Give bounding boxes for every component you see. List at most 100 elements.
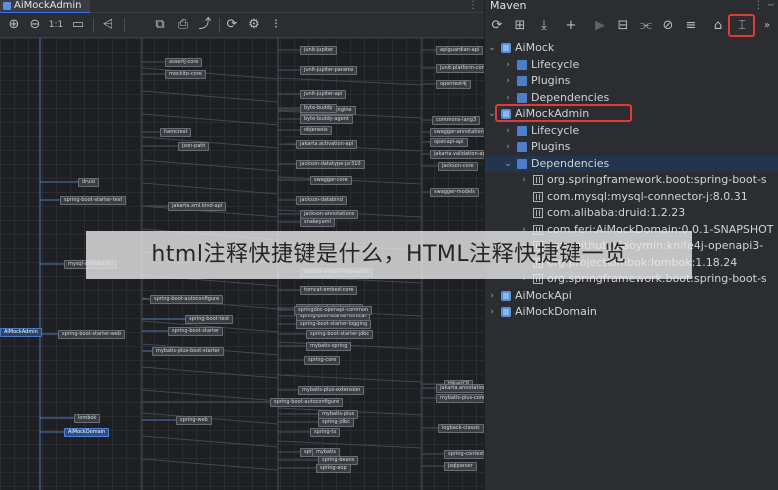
chevron-right-icon[interactable]: › xyxy=(503,123,513,139)
maven-tree-label: Plugins xyxy=(531,74,571,87)
diagram-node[interactable]: springdoc-openapi-common xyxy=(294,306,373,315)
execute-goal-icon[interactable]: ⊟ xyxy=(613,16,633,36)
diagram-node[interactable]: apiguardian-api xyxy=(436,46,484,55)
diagram-node[interactable]: commons-lang3 xyxy=(432,116,481,125)
diagram-node[interactable]: mockito-core xyxy=(165,70,206,79)
reload-projects-icon[interactable]: ⟳ xyxy=(487,16,507,36)
diagram-node[interactable]: AiMockDomain xyxy=(64,428,110,437)
maven-tree-row[interactable]: ⌄ Dependencies xyxy=(485,155,778,172)
chevron-right-icon[interactable]: › xyxy=(487,288,497,304)
skip-tests-icon[interactable]: ⊘ xyxy=(658,16,678,36)
diagram-node[interactable]: lombok xyxy=(74,414,101,423)
chevron-right-icon[interactable]: › xyxy=(503,57,513,73)
maven-tree-row[interactable]: › Lifecycle xyxy=(485,123,778,139)
diagram-node[interactable]: spring-boot-starter-web xyxy=(58,330,126,339)
diagram-node[interactable]: druid xyxy=(78,178,99,187)
diagram-node[interactable]: logback-classic xyxy=(438,424,484,433)
diagram-node[interactable]: AiMockAdmin xyxy=(0,328,42,337)
diagram-node[interactable]: byte-buddy-agent xyxy=(300,115,353,124)
diagram-node[interactable]: mybatis-plus-core xyxy=(436,394,484,403)
diagram-node[interactable]: swagger-core xyxy=(310,176,352,185)
diagram-node[interactable]: mybatis-spring xyxy=(306,342,352,351)
zoom-in-icon[interactable]: ⊕ xyxy=(4,15,24,35)
diagram-node[interactable]: junit-jupiter-params xyxy=(300,66,358,75)
diagram-node[interactable]: spring-web xyxy=(176,416,212,425)
collapse-all-icon[interactable]: ≡ xyxy=(681,16,701,36)
diagram-node[interactable]: spring-core xyxy=(304,356,341,365)
copy-icon[interactable]: ⧉ xyxy=(150,15,170,35)
export-icon[interactable]: ⎙ xyxy=(173,15,193,35)
maven-tree-row[interactable]: com.mysql:mysql-connector-j:8.0.31 xyxy=(485,189,778,205)
run-icon[interactable]: ▶ xyxy=(590,16,610,36)
diagram-node[interactable]: swagger-models xyxy=(430,188,479,197)
chevron-right-icon[interactable]: › xyxy=(503,73,513,89)
diagram-node[interactable]: snakeyaml xyxy=(300,218,335,227)
chevron-right-icon[interactable]: › xyxy=(487,304,497,320)
settings-gear-icon[interactable]: ⚙ xyxy=(244,15,264,35)
diagram-node[interactable]: jsqlparser xyxy=(444,462,477,471)
diagram-node[interactable]: assertj-core xyxy=(165,58,203,67)
diagram-node[interactable]: jackson-core xyxy=(438,162,478,171)
maven-tree-row[interactable]: com.alibaba:druid:1.2.23 xyxy=(485,205,778,221)
fit-content-icon[interactable]: ▭ xyxy=(68,15,88,35)
diagram-node[interactable]: mybatis-plus-extension xyxy=(298,386,365,395)
library-icon xyxy=(533,191,543,202)
diagram-node[interactable]: mybatis xyxy=(312,448,341,457)
maven-tree-row[interactable]: › Plugins xyxy=(485,139,778,155)
diagram-node[interactable]: spring-boot-test xyxy=(185,315,234,324)
diagram-node[interactable]: swagger-annotations xyxy=(430,128,484,137)
layout-options-icon[interactable]: ⁝ xyxy=(266,15,286,35)
diagram-node[interactable]: spring-tx xyxy=(310,428,341,437)
diagram-node[interactable]: objenesis xyxy=(300,126,332,135)
analyze-dependencies-icon[interactable]: ⌂ xyxy=(708,16,728,36)
diagram-node[interactable]: openapi-api xyxy=(430,138,468,147)
diagram-node[interactable]: spring-boot-autoconfigure xyxy=(270,398,344,407)
add-maven-project-icon[interactable]: ⊞ xyxy=(510,16,530,36)
diagram-node[interactable]: junit-platform-commons xyxy=(436,64,484,73)
chevron-down-icon[interactable]: ⌄ xyxy=(487,40,497,56)
chevron-right-icon[interactable]: › xyxy=(519,172,529,188)
diagram-node[interactable]: mybatis-plus-boot-starter xyxy=(152,347,224,356)
chevron-right-icon[interactable]: › xyxy=(503,139,513,155)
tab-options-icon[interactable]: ⋮ xyxy=(468,0,478,12)
maven-tree-row[interactable]: › AiMockApi xyxy=(485,288,778,304)
download-sources-icon[interactable]: ⤓ xyxy=(534,16,554,36)
diagram-node[interactable]: jakarta.activation-api xyxy=(296,140,358,149)
actual-size-button[interactable]: 1:1 xyxy=(46,15,66,35)
maven-tree-row[interactable]: › org.springframework.boot:spring-boot-s xyxy=(485,172,778,188)
zoom-out-icon[interactable]: ⊖ xyxy=(25,15,45,35)
diagram-node[interactable]: json-path xyxy=(178,142,210,151)
diagram-node[interactable]: spring-boot-starter-jdbc xyxy=(306,330,374,339)
diagram-node[interactable]: spring-aop xyxy=(316,464,351,473)
diagram-node[interactable]: jackson-datatype-jsr310 xyxy=(296,160,365,169)
editor-tab-aimockadmin[interactable]: AiMockAdmin xyxy=(0,0,90,14)
diagram-node[interactable]: spring-boot-starter-logging xyxy=(296,320,372,329)
more-actions-icon[interactable]: » xyxy=(757,16,777,36)
diagram-node[interactable]: spring-boot-starter xyxy=(168,327,224,336)
diagram-node[interactable]: spring-context xyxy=(444,450,484,459)
diagram-node[interactable]: opentest4j xyxy=(436,80,471,89)
add-icon[interactable]: + xyxy=(561,16,581,36)
share-icon[interactable]: ⩤ xyxy=(98,15,118,35)
chevron-down-icon[interactable]: ⌄ xyxy=(503,156,513,172)
diagram-node[interactable]: jakarta.validation-api xyxy=(430,150,484,159)
diagram-node[interactable]: junit-jupiter xyxy=(300,46,338,55)
maven-tree-row[interactable]: › Lifecycle xyxy=(485,57,778,73)
jump-to-source-icon[interactable]: ⤴ xyxy=(195,15,215,35)
toggle-offline-icon[interactable]: ⫘ xyxy=(636,16,656,36)
maven-tree-row[interactable]: › Plugins xyxy=(485,73,778,89)
refresh-icon[interactable]: ⟳ xyxy=(222,15,242,35)
diagram-node[interactable]: spring-jdbc xyxy=(318,418,354,427)
diagram-node[interactable]: jackson-databind xyxy=(296,196,347,205)
window-options-icon[interactable]: ⋮ − xyxy=(753,0,775,12)
diagram-node[interactable]: jakarta.xml.bind-api xyxy=(168,202,227,211)
maven-tree-row[interactable]: ⌄ AiMock xyxy=(485,40,778,56)
diagram-node[interactable]: junit-jupiter-api xyxy=(300,90,347,99)
diagram-node[interactable]: jakarta.annotation-api xyxy=(436,384,484,393)
diagram-node[interactable]: byte-buddy xyxy=(300,104,337,113)
maven-tree-row[interactable]: › AiMockDomain xyxy=(485,304,778,320)
diagram-node[interactable]: hamcrest xyxy=(160,128,192,137)
diagram-node[interactable]: tomcat-embed-core xyxy=(300,286,358,295)
diagram-node[interactable]: spring-boot-starter-test xyxy=(60,196,127,205)
diagram-node[interactable]: spring-boot-autoconfigure xyxy=(150,295,224,304)
